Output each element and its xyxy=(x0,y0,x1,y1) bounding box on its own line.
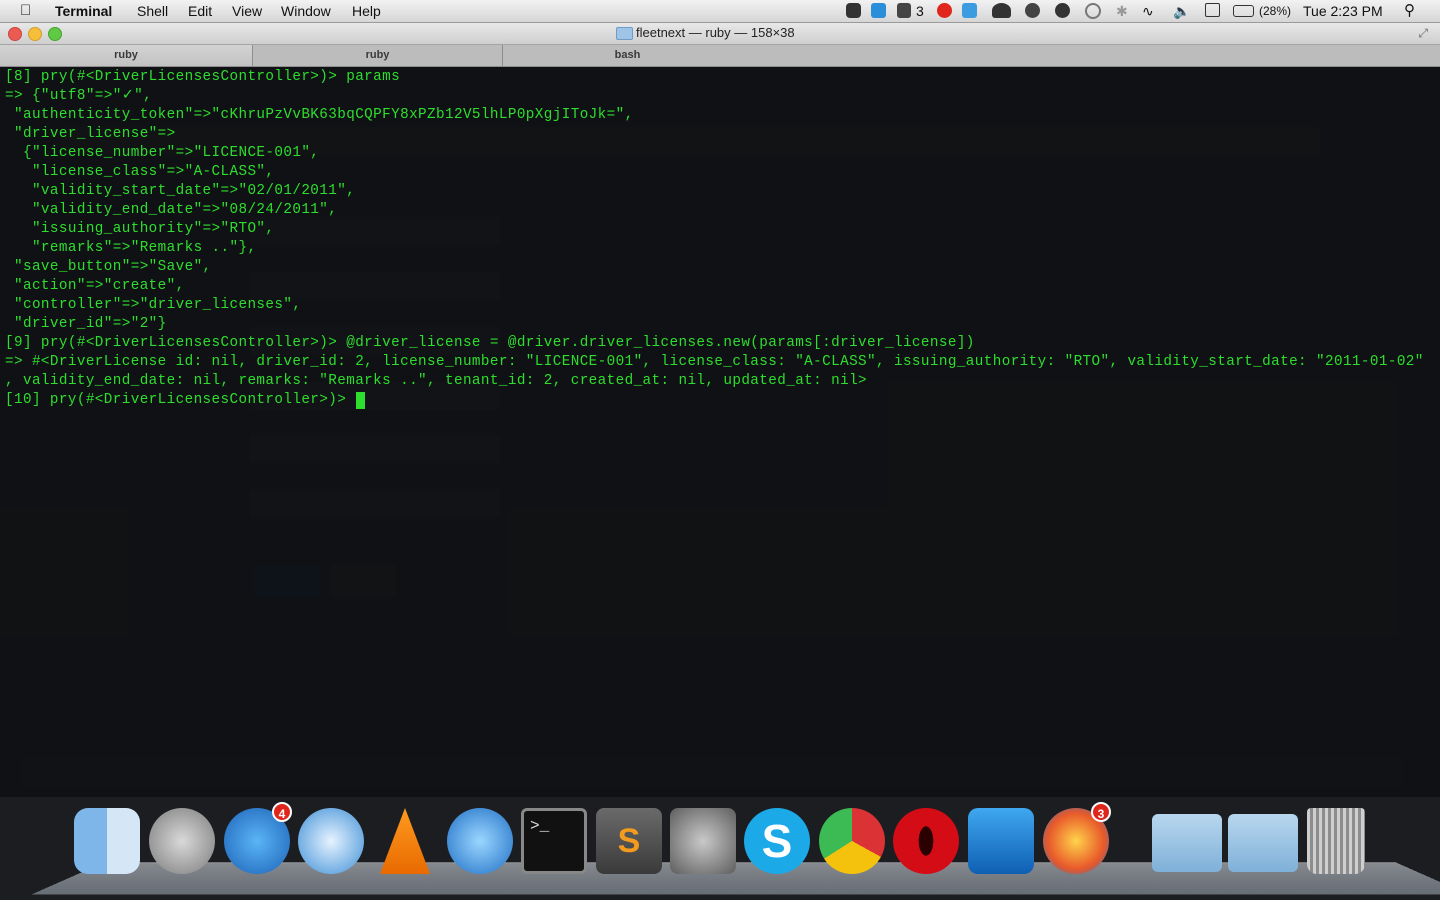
terminal-line: "save_button"=>"Save", xyxy=(5,258,212,277)
terminal-line: "issuing_authority"=>"RTO", xyxy=(5,220,274,239)
terminal-line: "driver_license"=> xyxy=(5,125,176,144)
adobe-count: 3 xyxy=(916,3,924,19)
system-preferences-icon[interactable] xyxy=(670,808,736,874)
menu-window[interactable]: Window xyxy=(281,3,331,19)
menu-view[interactable]: View xyxy=(232,3,262,19)
terminal-line: "controller"=>"driver_licenses", xyxy=(5,296,301,315)
teamviewer-icon[interactable] xyxy=(968,808,1034,874)
paw-status-icon[interactable] xyxy=(1055,3,1070,18)
terminal-content[interactable]: [8] pry(#<DriverLicensesController>)> pa… xyxy=(0,67,1440,797)
terminal-line: [8] pry(#<DriverLicensesController>)> pa… xyxy=(5,68,400,87)
itunes-icon[interactable] xyxy=(447,808,513,874)
close-window-button[interactable] xyxy=(8,27,22,41)
terminal-line: "driver_id"=>"2"} xyxy=(5,315,167,334)
terminal-prompt: [10] pry(#<DriverLicensesController>)> xyxy=(5,391,355,410)
tab-bar: ruby ruby bash xyxy=(0,45,1440,67)
safari-icon[interactable] xyxy=(298,808,364,874)
spotlight-search-icon[interactable]: ⚲ xyxy=(1404,1,1415,19)
downloads-folder-icon[interactable] xyxy=(1228,814,1298,872)
folder-icon xyxy=(616,27,633,40)
zoom-window-button[interactable] xyxy=(48,27,62,41)
terminal-line: "validity_start_date"=>"02/01/2011", xyxy=(5,182,355,201)
menu-shell[interactable]: Shell xyxy=(137,3,168,19)
launchpad-icon[interactable] xyxy=(149,808,215,874)
skype-icon[interactable]: S xyxy=(744,808,810,874)
skitch-status-icon[interactable] xyxy=(871,3,886,18)
clock[interactable]: Tue 2:23 PM xyxy=(1303,3,1383,19)
adobe-status-icon[interactable] xyxy=(897,3,911,18)
terminal-icon[interactable]: >_ xyxy=(521,808,587,874)
location-status-icon[interactable] xyxy=(1025,3,1040,18)
bluetooth-icon[interactable]: ✱ xyxy=(1116,3,1128,20)
terminal-line: "validity_end_date"=>"08/24/2011", xyxy=(5,201,337,220)
volume-icon[interactable]: 🔈 xyxy=(1173,3,1190,20)
terminal-line: "remarks"=>"Remarks .."}, xyxy=(5,239,256,258)
window-title: fleetnext — ruby — 158×38 xyxy=(636,25,795,40)
tab-ruby-2[interactable]: ruby xyxy=(253,45,503,66)
terminal-cursor xyxy=(356,392,365,409)
menu-help[interactable]: Help xyxy=(352,3,381,19)
app-store-icon[interactable]: 4 xyxy=(224,808,290,874)
opera-icon[interactable] xyxy=(893,808,959,874)
terminal-line: "license_class"=>"A-CLASS", xyxy=(5,163,274,182)
applications-folder-icon[interactable] xyxy=(1152,814,1222,872)
terminal-line: , validity_end_date: nil, remarks: "Rema… xyxy=(5,372,867,391)
terminal-line: => {"utf8"=>"✓", xyxy=(5,87,152,106)
terminal-line: {"license_number"=>"LICENCE-001", xyxy=(5,144,319,163)
window-title-bar[interactable]: fleetnext — ruby — 158×38 ⤢ xyxy=(0,22,1440,45)
terminal-line: [9] pry(#<DriverLicensesController>)> @d… xyxy=(5,334,975,353)
time-machine-icon[interactable] xyxy=(1085,3,1101,19)
finder-icon[interactable] xyxy=(74,808,140,874)
opera-status-icon[interactable] xyxy=(937,3,952,18)
terminal-line: => #<DriverLicense id: nil, driver_id: 2… xyxy=(5,353,1424,372)
dropbox-status-icon[interactable] xyxy=(962,3,977,18)
terminal-line: "action"=>"create", xyxy=(5,277,185,296)
battery-percent: (28%) xyxy=(1259,4,1291,18)
app-menu-terminal[interactable]: Terminal xyxy=(55,3,112,19)
menu-bar:  Terminal Shell Edit View Window Help 3… xyxy=(0,0,1440,23)
firefox-icon[interactable]: 3 xyxy=(1043,808,1109,874)
tab-ruby-1[interactable]: ruby xyxy=(0,45,253,66)
terminal-line: "authenticity_token"=>"cKhruPzVvBK63bqCQ… xyxy=(5,106,634,125)
sublime-text-icon[interactable]: S xyxy=(596,808,662,874)
tab-bash[interactable]: bash xyxy=(503,45,752,66)
evernote-status-icon[interactable] xyxy=(846,3,861,18)
wifi-icon[interactable]: ∿ xyxy=(1142,3,1154,20)
firefox-badge: 3 xyxy=(1091,802,1111,822)
apple-menu-icon[interactable]:  xyxy=(20,2,31,19)
minimize-window-button[interactable] xyxy=(28,27,42,41)
trash-icon[interactable] xyxy=(1307,808,1365,874)
battery-icon[interactable] xyxy=(1233,5,1254,17)
menu-edit[interactable]: Edit xyxy=(188,3,212,19)
app-store-badge: 4 xyxy=(272,802,292,822)
keyboard-status-icon[interactable] xyxy=(1205,3,1220,17)
fullscreen-icon[interactable]: ⤢ xyxy=(1418,26,1428,41)
cloud-status-icon[interactable] xyxy=(992,3,1011,18)
chrome-icon[interactable] xyxy=(819,808,885,874)
